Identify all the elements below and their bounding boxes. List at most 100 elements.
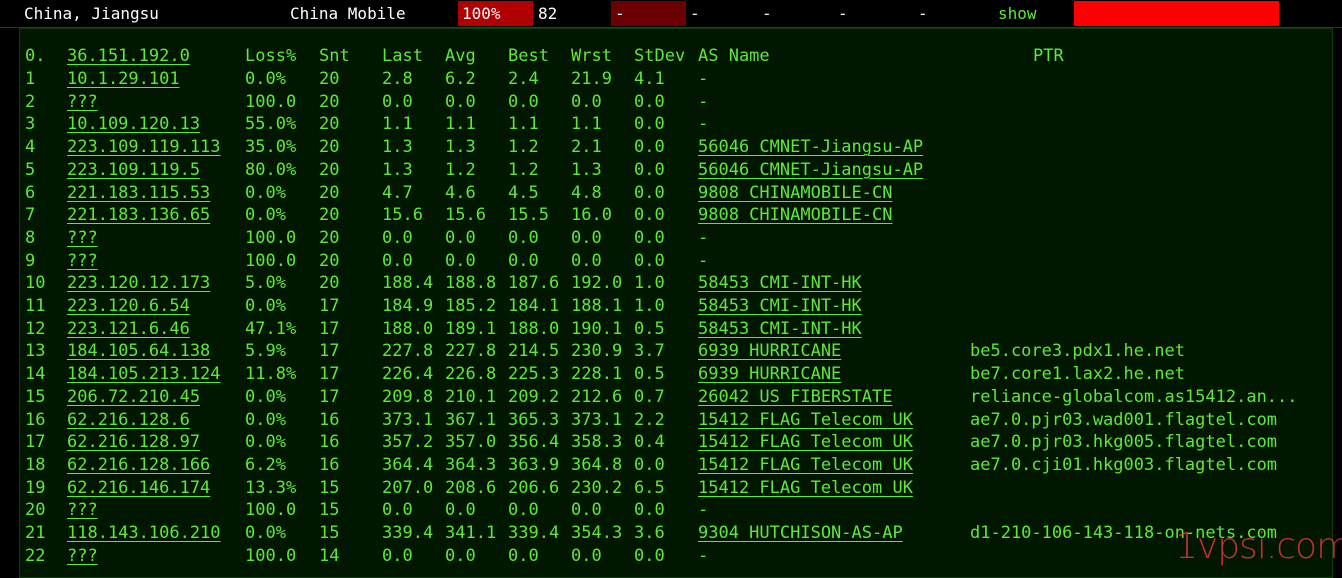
show-link[interactable]: show [998,4,1037,23]
hop-as-link[interactable]: 9808 CHINAMOBILE-CN [698,182,892,205]
hop-best: 187.6 [508,273,560,294]
hop-last: 0.0 [382,500,413,521]
hop-loss: 100.0 [245,91,297,112]
hop-snt: 20 [319,114,340,135]
hop-last: 226.4 [382,364,434,385]
hop-loss: 0.0% [245,523,286,543]
hop-snt: 20 [319,205,340,226]
hop-host-link[interactable]: 62.216.128.166 [67,454,210,477]
hop-stdev: 0.0 [634,545,665,566]
header-snt: Snt [319,46,350,66]
hop-avg: 227.8 [445,341,497,362]
hop-host-link[interactable]: 10.1.29.101 [67,68,180,91]
hop-stdev: 0.0 [634,137,665,158]
hop-host-link[interactable]: ??? [67,499,98,522]
hop-idx: 14 [25,364,46,385]
hop-last: 188.4 [382,273,434,294]
hop-best: 0.0 [508,91,539,112]
hop-host-link[interactable]: 223.121.6.46 [67,318,190,341]
hop-as-link[interactable]: 58453 CMI-INT-HK [698,318,862,341]
hop-loss: 0.0% [245,296,286,316]
hop-as-link[interactable]: 56046 CMNET-Jiangsu-AP [698,136,923,159]
hop-host-link[interactable]: 221.183.115.53 [67,182,210,205]
hop-wrst: 192.0 [571,273,623,294]
hop-loss: 11.8% [245,364,297,385]
hop-host-link[interactable]: ??? [67,250,98,273]
hop-stdev: 0.7 [634,386,665,407]
hop-host-link[interactable]: 62.216.128.6 [67,409,190,432]
hop-stdev: 0.0 [634,205,665,226]
hop-last: 209.8 [382,386,434,407]
hop-idx: 15 [25,386,46,407]
hop-host-link[interactable]: 223.120.6.54 [67,295,190,318]
hop-loss: 80.0% [245,159,297,180]
hop-snt: 20 [319,69,340,89]
hop-last: 15.6 [382,205,423,226]
hop-idx: 13 [25,341,46,362]
origin-ip-link[interactable]: 36.151.192.0 [67,45,190,68]
hop-snt: 20 [319,227,340,248]
header-last: Last [382,46,423,66]
hop-wrst: 0.0 [571,227,602,248]
header-idx: 0. [25,46,46,66]
hop-idx: 3 [25,114,36,135]
traceroute-panel: 0. 36.151.192.0 Loss% Snt Last Avg Best … [19,28,1333,578]
hop-best: 0.0 [508,545,539,566]
hop-idx: 9 [25,250,36,271]
hop-as-link[interactable]: 6939 HURRICANE [698,340,841,363]
hop-stdev: 1.0 [634,296,665,316]
hop-loss: 100.0 [245,250,297,271]
hop-ptr: ae7.0.cji01.hkg003.flagtel.com [970,454,1278,475]
hop-last: 0.0 [382,250,413,271]
hop-as-link[interactable]: 56046 CMNET-Jiangsu-AP [698,159,923,182]
hop-last: 1.3 [382,159,413,180]
hop-stdev: 3.7 [634,341,665,362]
hop-wrst: 0.0 [571,91,602,112]
hop-host-link[interactable]: ??? [67,545,98,568]
hop-as-link[interactable]: 9304 HUTCHISON-AS-AP [698,522,903,545]
hop-as-link[interactable]: 15412 FLAG Telecom UK [698,431,913,454]
hop-host-link[interactable]: 223.109.119.5 [67,159,200,182]
hop-host-link[interactable]: 223.109.119.113 [67,136,221,159]
hop-last: 0.0 [382,545,413,566]
hop-as-link[interactable]: 58453 CMI-INT-HK [698,272,862,295]
hop-snt: 16 [319,432,340,453]
hop-host-link[interactable]: 184.105.64.138 [67,340,210,363]
hop-loss: 100.0 [245,545,297,566]
hop-loss: 55.0% [245,114,297,135]
hop-stdev: 0.0 [634,159,665,180]
hop-as-link[interactable]: 9808 CHINAMOBILE-CN [698,204,892,227]
hop-as: - [698,250,709,271]
hop-idx: 4 [25,137,36,158]
hop-ptr: reliance-globalcom.as15412.an... [970,386,1298,407]
hop-as-link[interactable]: 15412 FLAG Telecom UK [698,454,913,477]
hop-host-link[interactable]: 10.109.120.13 [67,113,200,136]
header-wrst: Wrst [571,46,612,66]
hop-stdev: 0.4 [634,432,665,453]
hop-snt: 20 [319,273,340,294]
hop-idx: 2 [25,91,36,112]
hop-as-link[interactable]: 15412 FLAG Telecom UK [698,477,913,500]
hop-host-link[interactable]: 118.143.106.210 [67,522,221,545]
hop-idx: 11 [25,296,46,316]
hop-last: 188.0 [382,318,434,339]
hop-as-link[interactable]: 58453 CMI-INT-HK [698,295,862,318]
hop-best: 4.5 [508,182,539,203]
hop-host-link[interactable]: 206.72.210.45 [67,386,200,409]
hop-host-link[interactable]: ??? [67,227,98,250]
hop-as-link[interactable]: 15412 FLAG Telecom UK [698,409,913,432]
hop-host-link[interactable]: 62.216.128.97 [67,431,200,454]
hop-stdev: 4.1 [634,69,665,89]
hop-host-link[interactable]: 221.183.136.65 [67,204,210,227]
hop-as-link[interactable]: 6939 HURRICANE [698,363,841,386]
watermark-logo: 1vpsi.com [1175,526,1342,567]
hop-wrst: 0.0 [571,250,602,271]
hop-wrst: 188.1 [571,296,623,316]
hop-host-link[interactable]: 184.105.213.124 [67,363,221,386]
hop-host-link[interactable]: 62.216.146.174 [67,477,210,500]
hop-best: 214.5 [508,341,560,362]
hop-as-link[interactable]: 26042 US FIBERSTATE [698,386,892,409]
hop-host-link[interactable]: ??? [67,91,98,114]
hop-host-link[interactable]: 223.120.12.173 [67,272,210,295]
hop-avg: 364.3 [445,454,497,475]
